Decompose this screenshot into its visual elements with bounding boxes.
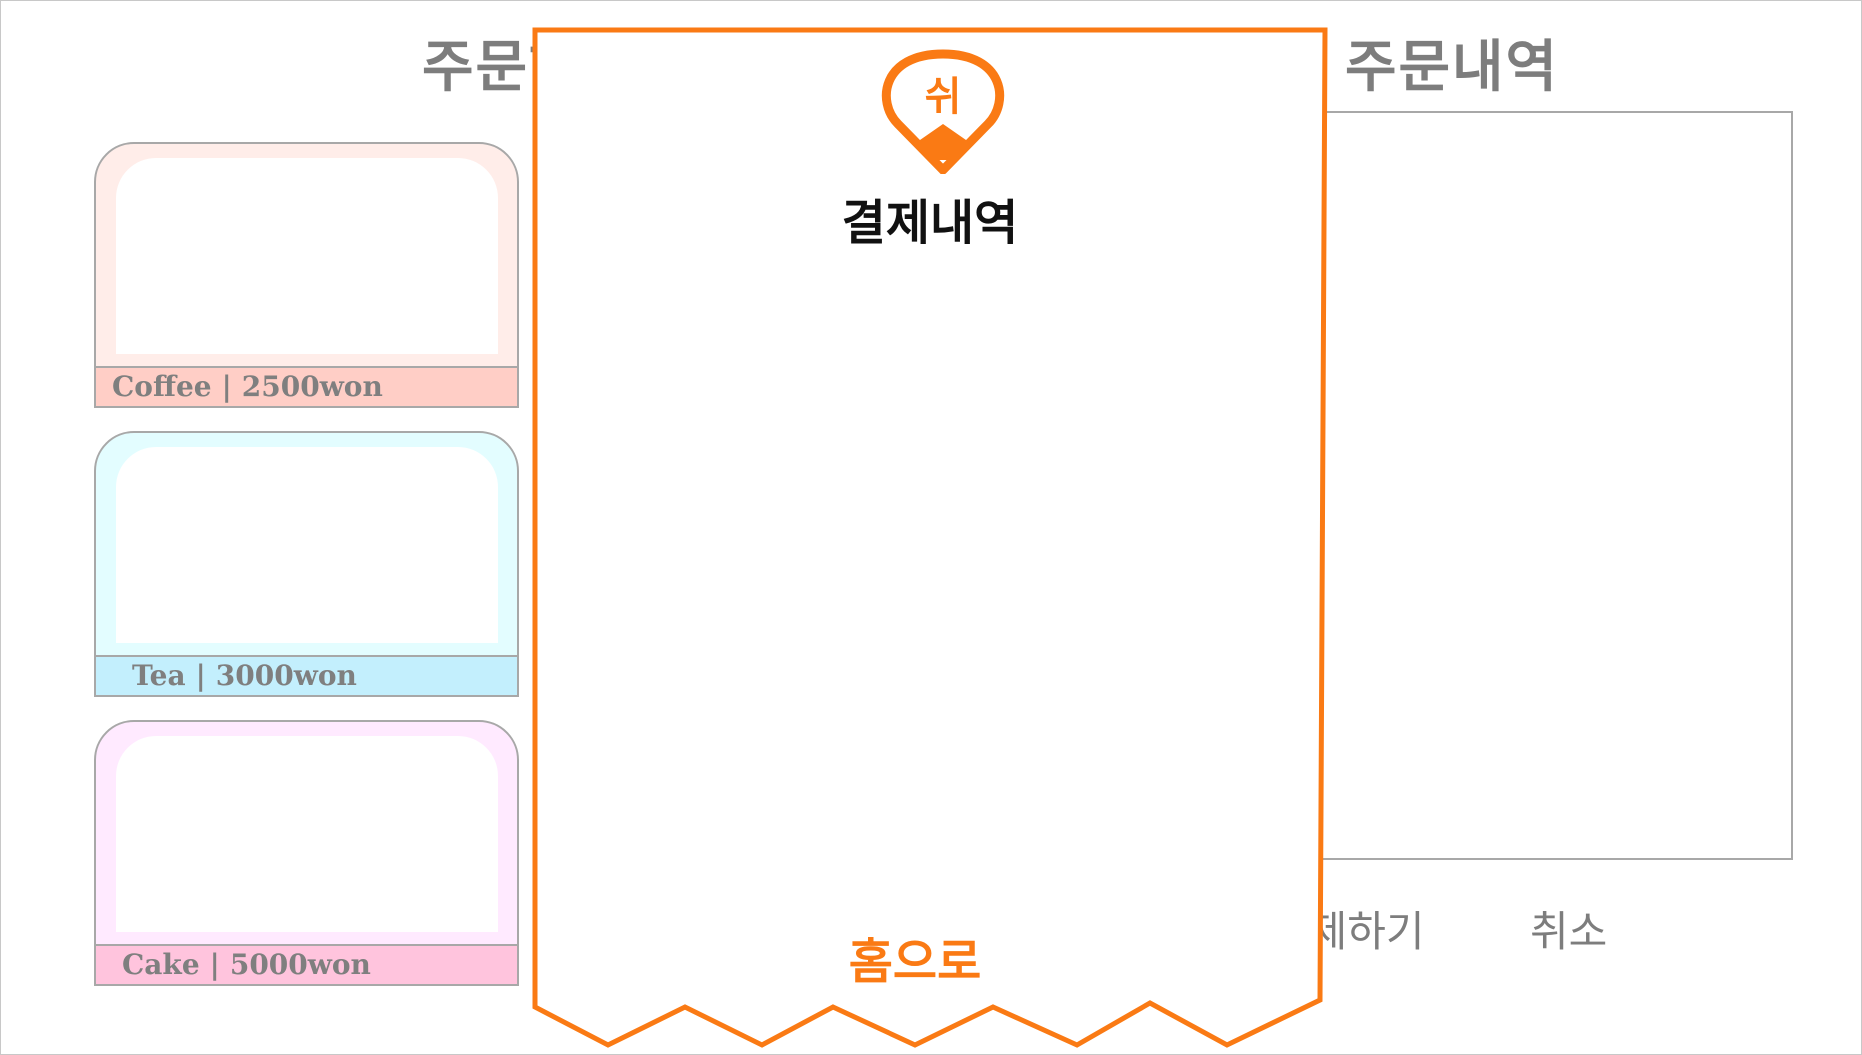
receipt-title: 결제내역 [841, 195, 1019, 251]
home-button[interactable]: 홈으로 [840, 922, 990, 992]
logo-text: 쉬 [925, 74, 962, 120]
location-pin-logo-icon: 쉬 [881, 49, 1005, 174]
